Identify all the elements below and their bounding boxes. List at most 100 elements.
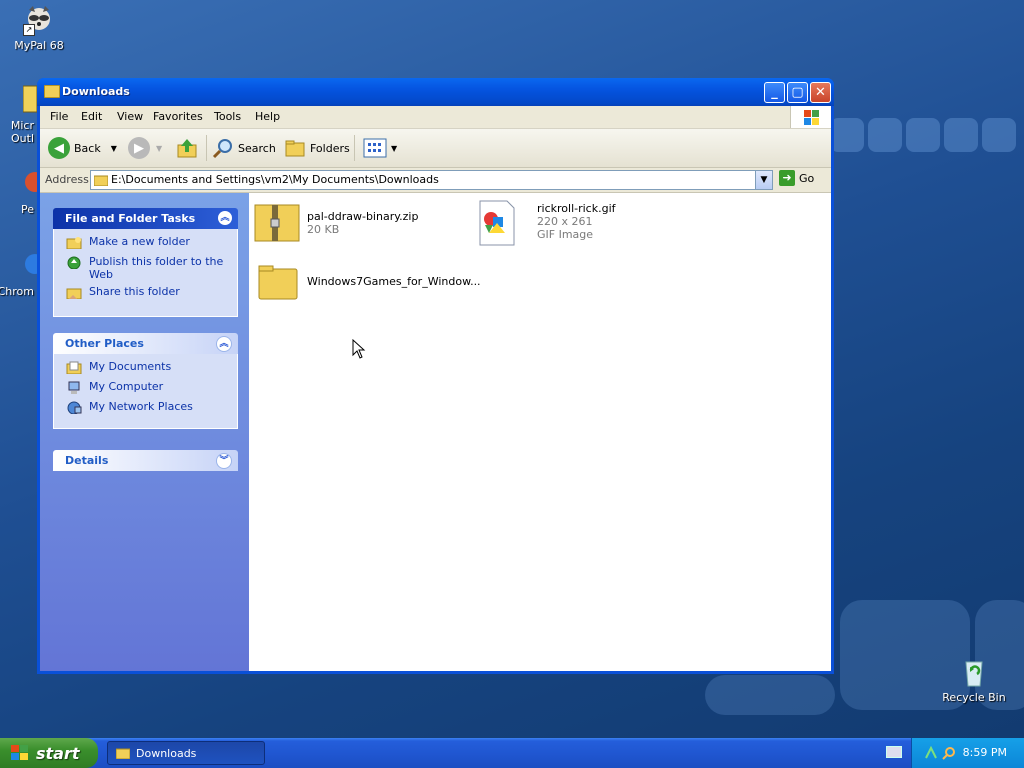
file-name: rickroll-rick.gif [537,202,616,215]
folders-button[interactable]: Folders [284,135,350,161]
address-value: E:\Documents and Settings\vm2\My Documen… [111,173,439,186]
toolbar: ◀ Back ▼ ▶ ▼ Search Folders ▼ [40,129,831,168]
raccoon-icon: ↗ [23,4,55,36]
back-button[interactable]: ◀ Back ▼ [48,135,117,161]
place-my-network-places[interactable]: My Network Places [54,400,237,416]
details-header[interactable]: Details ︾ [53,450,238,471]
desktop-icon-label: MyPal 68 [14,39,64,52]
go-button[interactable]: ➜ Go [779,170,814,186]
go-arrow-icon: ➜ [779,170,795,186]
up-folder-button[interactable] [176,135,198,161]
folder-icon [44,85,60,98]
file-folder-tasks-header[interactable]: File and Folder Tasks ︽ [53,208,238,229]
place-my-documents[interactable]: My Documents [54,360,237,376]
file-dimensions: 220 x 261 [537,215,593,228]
menu-tools[interactable]: Tools [214,110,241,123]
explorer-window: Downloads _ ▢ ✕ File Edit View Favorites… [37,78,834,674]
place-my-computer[interactable]: My Computer [54,380,237,396]
file-type: GIF Image [537,228,594,241]
address-bar: Address E:\Documents and Settings\vm2\My… [40,168,831,193]
start-button[interactable]: start [0,738,98,768]
task-publish-folder[interactable]: Publish this folder to the Web [54,255,237,281]
panel-body: Make a new folder Publish this folder to… [53,229,238,317]
search-label: Search [238,141,276,155]
share-folder-icon [66,288,82,299]
back-label: Back [74,141,101,155]
my-documents-icon [66,361,82,374]
panel-title: File and Folder Tasks [65,212,196,225]
expand-icon[interactable]: ︾ [216,453,232,469]
forward-button[interactable]: ▶ ▼ [128,135,162,161]
collapse-icon[interactable]: ︽ [216,336,232,352]
menu-edit[interactable]: Edit [81,110,102,123]
desktop-icon-label: Recycle Bin [942,691,1006,704]
folders-label: Folders [310,141,350,155]
zip-folder-icon [254,204,300,242]
toolbar-separator [354,135,355,161]
task-share-folder[interactable]: Share this folder [54,285,237,301]
menu-bar: File Edit View Favorites Tools Help [40,106,831,129]
desktop-icon-recycle-bin[interactable]: Recycle Bin [936,656,1012,704]
file-name: Windows7Games_for_Window... [307,275,481,288]
folder-icon [116,748,130,759]
details-panel: Details ︾ [53,450,238,471]
close-button[interactable]: ✕ [810,82,831,103]
folder-icon [94,175,108,186]
start-label: start [36,743,80,763]
address-label: Address [45,173,89,186]
task-make-new-folder[interactable]: Make a new folder [54,235,237,251]
forward-arrow-icon: ▶ [128,137,150,159]
title-bar[interactable]: Downloads _ ▢ ✕ [37,78,834,106]
back-arrow-icon: ◀ [48,137,70,159]
windows-logo-icon [790,106,831,128]
chevron-down-icon: ▼ [391,143,398,153]
folders-icon [285,140,305,157]
network-icon[interactable] [924,746,938,760]
panel-title: Details [65,454,109,467]
clock[interactable]: 8:59 PM [963,746,1007,759]
my-computer-icon [68,381,80,394]
go-label: Go [799,171,815,185]
collapse-icon[interactable]: ︽ [218,211,232,225]
file-size: 20 KB [307,223,340,236]
menu-view[interactable]: View [117,110,143,123]
window-client: File Edit View Favorites Tools Help ◀ Ba… [40,106,831,671]
taskbar: start Downloads 8:59 PM [0,738,1024,768]
up-folder-icon [177,139,197,158]
panel-body: My Documents My Computer My Network Plac… [53,354,238,429]
other-places-panel: Other Places ︽ My Documents My Computer … [53,333,238,429]
network-places-icon [67,401,82,414]
toolbar-separator [206,135,207,161]
maximize-button[interactable]: ▢ [787,82,808,103]
publish-web-icon [67,256,81,269]
menu-help[interactable]: Help [255,110,280,123]
windows-flag-icon [11,745,28,760]
taskbar-item-downloads[interactable]: Downloads [107,741,265,765]
gif-image-icon [479,200,515,246]
menu-file[interactable]: File [50,110,68,123]
address-input[interactable]: E:\Documents and Settings\vm2\My Documen… [90,170,773,190]
search-icon [212,139,232,159]
file-folder-tasks-panel: File and Folder Tasks ︽ Make a new folde… [53,208,238,317]
search-button[interactable]: Search [212,135,276,161]
taskbar-item-label: Downloads [136,746,197,760]
views-icon [363,138,387,158]
recycle-bin-icon [958,656,990,688]
minimize-button[interactable]: _ [764,82,785,103]
folder-icon [258,265,298,300]
mouse-cursor-icon [352,339,366,359]
chevron-down-icon: ▼ [110,143,117,153]
desktop-icon-mypal[interactable]: ↗ MyPal 68 [1,4,77,52]
menu-favorites[interactable]: Favorites [153,110,203,123]
views-button[interactable]: ▼ [363,135,397,161]
keyboard-icon[interactable] [886,746,902,758]
other-places-header[interactable]: Other Places ︽ [53,333,238,354]
chevron-down-icon: ▼ [156,143,163,153]
file-list: pal-ddraw-binary.zip 20 KB rickroll-rick… [249,193,831,671]
search-tray-icon[interactable] [942,746,956,760]
new-folder-icon [66,237,82,249]
system-tray: 8:59 PM [911,738,1024,768]
address-dropdown-button[interactable]: ▼ [755,171,772,189]
file-name: pal-ddraw-binary.zip [307,210,419,223]
panel-title: Other Places [65,337,144,350]
